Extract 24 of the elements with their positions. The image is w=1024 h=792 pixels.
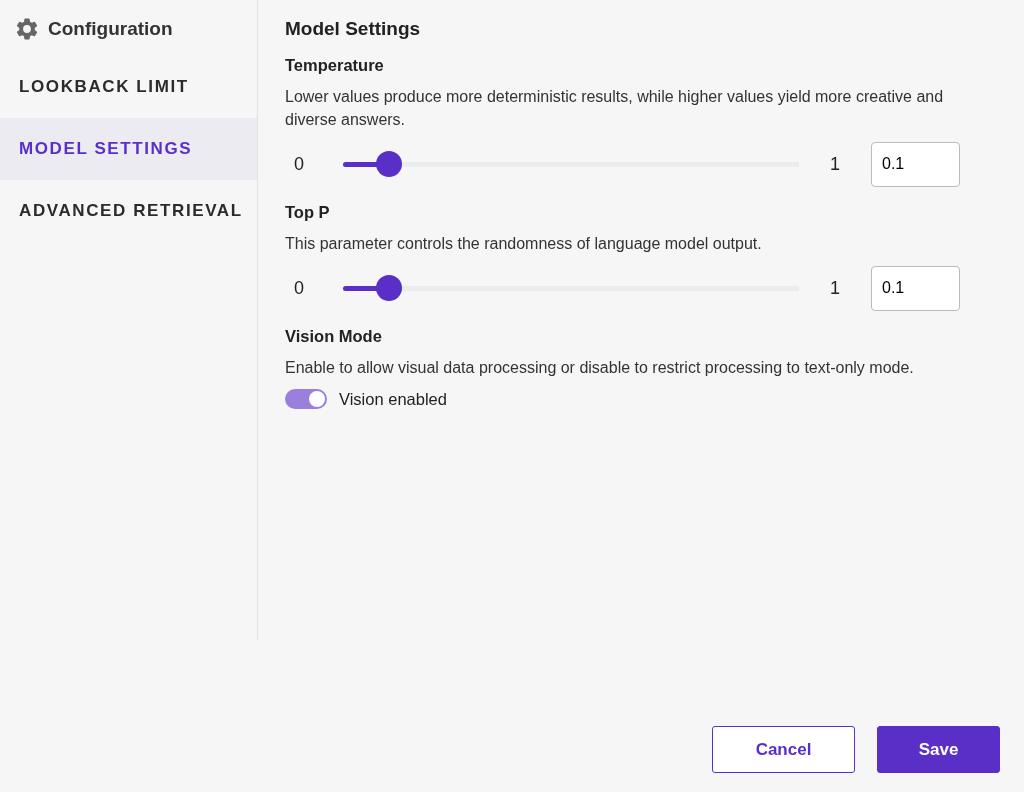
- setting-description: This parameter controls the randomness of language model output.: [285, 234, 763, 254]
- settings-icon: [14, 16, 40, 42]
- slider-max-label: 1: [829, 277, 841, 299]
- toggle-label: Vision enabled: [339, 389, 447, 409]
- setting-description: Enable to allow visual data processing or disable to restrict processing to text-only mode.: [285, 358, 915, 378]
- slider-min-label: 0: [293, 153, 305, 175]
- slider-thumb[interactable]: [375, 151, 402, 177]
- sidebar-title: Configuration: [48, 18, 173, 40]
- slider-max-label: 1: [829, 153, 841, 175]
- sidebar-item[interactable]: MODEL SETTINGS: [0, 118, 257, 180]
- toggle-switch[interactable]: [285, 389, 327, 409]
- setting-label: Temperature: [285, 56, 385, 75]
- setting-label: Vision Mode: [285, 327, 383, 346]
- section-title: Model Settings: [285, 18, 422, 40]
- value-input-field[interactable]: 0.1: [871, 141, 960, 187]
- sidebar-item[interactable]: LOOKBACK LIMIT: [0, 56, 257, 118]
- value-input-field[interactable]: 0.1: [871, 265, 960, 311]
- cancel-button[interactable]: Cancel: [712, 726, 855, 773]
- slider-min-label: 0: [293, 277, 305, 299]
- setting-description: Lower values produce more deterministic results, while higher values yield more creative and diverse answers.: [285, 87, 945, 130]
- setting-label: Top P: [285, 203, 331, 222]
- sidebar-item[interactable]: ADVANCED RETRIEVAL: [0, 180, 257, 242]
- slider-thumb[interactable]: [375, 275, 402, 301]
- save-button[interactable]: Save: [877, 726, 1000, 773]
